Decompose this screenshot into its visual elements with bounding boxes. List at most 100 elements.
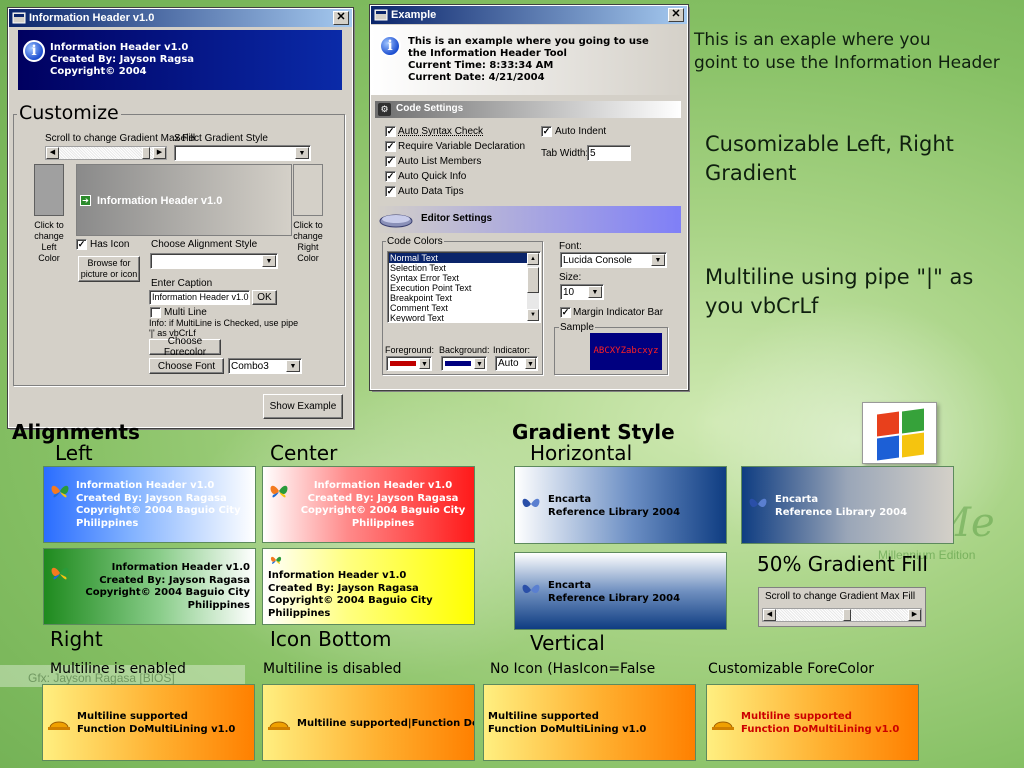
example-title: Example: [391, 9, 437, 21]
close-button[interactable]: ✕: [333, 11, 349, 25]
half-fill-sample-text: Encarta Reference Library 2004: [775, 494, 907, 519]
code-color-item[interactable]: Selection Text: [389, 263, 527, 273]
encarta-butterfly-icon: [522, 498, 540, 508]
example-header-text: This is an example where you going to us…: [408, 36, 649, 84]
hardhat-icon: [48, 721, 70, 730]
no-icon-sample: Multiline supported Function DoMultiLini…: [483, 684, 696, 761]
scroll-thumb[interactable]: [843, 609, 851, 621]
listbox-scrollbar[interactable]: ▲ ▼: [527, 253, 539, 321]
foreground-label: Foreground:: [385, 345, 435, 355]
foreground-color-select[interactable]: ▼: [386, 356, 432, 371]
gradient-note: Cusomizable Left, Right Gradient: [705, 130, 954, 188]
code-color-item[interactable]: Syntax Error Text: [389, 273, 527, 283]
size-value: 10: [563, 287, 575, 298]
right-sample-text: Information Header v1.0 Created By: Jays…: [85, 562, 250, 612]
sample-line: Multiline supported: [488, 711, 599, 722]
size-select[interactable]: 10 ▼: [560, 284, 604, 300]
scroll-left-arrow-icon[interactable]: ◀: [763, 609, 776, 621]
multiline-note: Multiline using pipe "|" as you vbCrLf: [705, 263, 973, 321]
close-button[interactable]: ✕: [668, 8, 684, 22]
scroll-right-arrow-icon[interactable]: ▶: [908, 609, 921, 621]
info-header-text: Information Header v1.0 Created By: Jays…: [50, 42, 194, 78]
left-sample-text: Information Header v1.0 Created By: Jays…: [76, 480, 241, 530]
chevron-down-icon[interactable]: ▼: [286, 360, 300, 372]
no-icon-label: No Icon (HasIcon=False: [490, 661, 656, 677]
caption-input[interactable]: Information Header v1.0|C: [149, 290, 250, 305]
sample-line: Copyright© 2004 Baguio City: [300, 505, 466, 516]
chevron-down-icon[interactable]: ▼: [474, 358, 485, 369]
chevron-down-icon[interactable]: ▼: [295, 147, 309, 159]
scroll-left-arrow-icon[interactable]: ◀: [46, 147, 59, 159]
code-color-item-selected[interactable]: Normal Text: [389, 253, 527, 263]
size-label: Size:: [559, 272, 582, 283]
has-icon-checkbox[interactable]: ✓: [76, 239, 87, 250]
header-line: Copyright© 2004: [50, 66, 147, 77]
example-note: This is an exaple where you goint to use…: [694, 29, 1000, 75]
chevron-down-icon[interactable]: ▼: [588, 286, 602, 298]
auto-data-tips-checkbox[interactable]: ✓: [385, 186, 396, 197]
chevron-down-icon[interactable]: ▼: [651, 254, 665, 266]
font-select[interactable]: Lucida Console ▼: [560, 252, 667, 268]
code-color-item[interactable]: Breakpoint Text: [389, 293, 527, 303]
auto-quick-info-checkbox[interactable]: ✓: [385, 171, 396, 182]
chevron-down-icon[interactable]: ▼: [419, 358, 430, 369]
scroll-right-arrow-icon[interactable]: ▶: [153, 147, 166, 159]
scroll-thumb[interactable]: [142, 147, 150, 159]
indicator-select[interactable]: Auto ▼: [495, 356, 538, 371]
left-color-swatch[interactable]: [34, 164, 64, 216]
code-colors-label: Code Colors: [386, 236, 444, 247]
scroll-up-arrow-icon[interactable]: ▲: [527, 253, 539, 265]
sample-line: Copyright© 2004 Baguio City: [268, 595, 433, 606]
editor-settings-bar: Editor Settings: [375, 206, 681, 233]
scroll-down-arrow-icon[interactable]: ▼: [527, 309, 539, 321]
show-example-button[interactable]: Show Example: [263, 394, 343, 419]
auto-indent-checkbox[interactable]: ✓: [541, 126, 552, 137]
chevron-down-icon[interactable]: ▼: [262, 255, 276, 267]
window-titlebar[interactable]: Information Header v1.0 ✕: [9, 9, 352, 27]
sample-line: Function DoMultiLining v1.0: [77, 723, 236, 735]
example-note-line: This is an exaple where you: [694, 30, 931, 50]
max-fill-scrollbar[interactable]: ◀ ▶: [762, 608, 922, 622]
preview-text: Information Header v1.0: [97, 195, 223, 207]
code-color-item[interactable]: Keyword Text: [389, 313, 527, 322]
sample-line: Information Header v1.0: [76, 480, 215, 491]
multiline-disabled-label: Multiline is disabled: [263, 661, 402, 677]
example-titlebar[interactable]: Example ✕: [371, 6, 687, 24]
multiline-checkbox[interactable]: [150, 307, 161, 318]
code-color-item[interactable]: Execution Point Text: [389, 283, 527, 293]
code-color-item[interactable]: Comment Text: [389, 303, 527, 313]
sample-line: Created By: Jayson Ragasa: [307, 492, 459, 504]
header-line: Created By: Jayson Ragsa: [50, 54, 195, 65]
auto-syntax-check-label: Auto Syntax Check: [398, 126, 484, 137]
auto-list-members-checkbox[interactable]: ✓: [385, 156, 396, 167]
example-window: Example ✕ i This is an example where you…: [369, 4, 689, 391]
require-variable-checkbox[interactable]: ✓: [385, 141, 396, 152]
tab-width-input[interactable]: 5: [587, 145, 631, 161]
margin-indicator-checkbox[interactable]: ✓: [560, 307, 571, 318]
sample-line: Created By: Jayson Ragasa: [268, 582, 419, 594]
code-colors-listbox[interactable]: Normal Text Selection Text Syntax Error …: [387, 251, 541, 323]
gradient-style-select[interactable]: ▼: [174, 145, 311, 161]
scroll-thumb[interactable]: [527, 267, 539, 293]
font-combo-value: Combo3: [231, 361, 269, 372]
has-icon-label: Has Icon: [90, 239, 130, 250]
choose-font-button[interactable]: Choose Font: [149, 358, 224, 374]
vertical-sample-text: Encarta Reference Library 2004: [548, 580, 680, 605]
browse-picture-button[interactable]: Browse for picture or icon: [78, 256, 140, 282]
msn-butterfly-icon: [51, 567, 69, 580]
font-combo[interactable]: Combo3 ▼: [228, 358, 302, 374]
auto-quick-info-label: Auto Quick Info: [398, 171, 467, 182]
horizontal-sample-text: Encarta Reference Library 2004: [548, 494, 680, 519]
ok-button[interactable]: OK: [252, 290, 277, 305]
chevron-down-icon[interactable]: ▼: [525, 358, 536, 369]
alignment-select[interactable]: ▼: [150, 253, 278, 269]
gradient-style-label: Select Gradient Style: [174, 133, 268, 144]
sample-line: Multiline supported: [77, 711, 188, 722]
background-color-select[interactable]: ▼: [441, 356, 487, 371]
background-swatch: [445, 361, 471, 366]
custom-forecolor-sample: Multiline supported Function DoMultiLini…: [706, 684, 919, 761]
gradient-max-fill-scrollbar[interactable]: ◀ ▶: [45, 146, 167, 160]
choose-forecolor-button[interactable]: Choose Forecolor: [149, 336, 221, 358]
right-color-swatch[interactable]: [293, 164, 323, 216]
auto-syntax-check-checkbox[interactable]: ✓: [385, 126, 396, 137]
